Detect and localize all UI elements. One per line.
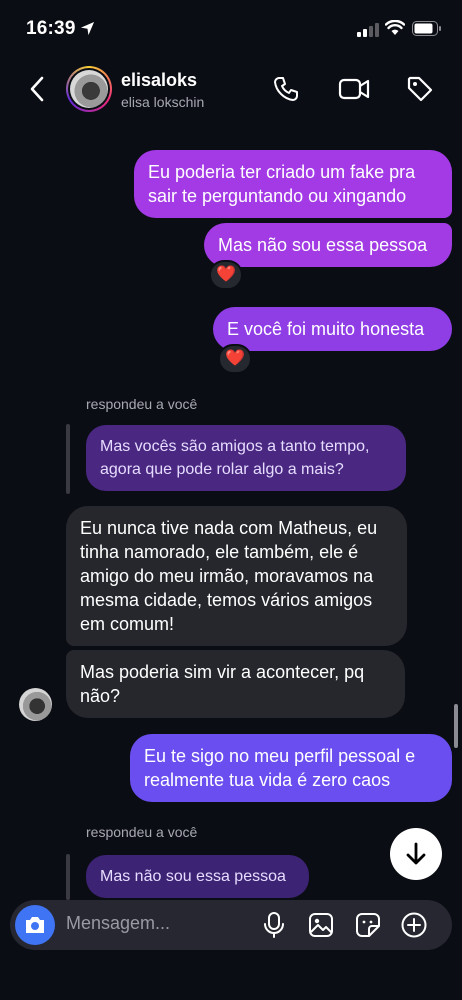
reply-label: respondeu a você (86, 824, 198, 840)
sender-avatar[interactable] (19, 688, 52, 721)
quoted-message[interactable]: Mas não sou essa pessoa (86, 855, 309, 898)
heart-reaction[interactable]: ❤️ (209, 260, 243, 290)
scroll-to-bottom-button[interactable] (390, 828, 442, 880)
arrow-down-icon (406, 842, 426, 865)
microphone-icon[interactable] (262, 911, 286, 939)
reply-bar (66, 424, 70, 494)
status-time: 16:39 (26, 18, 76, 39)
phone-icon[interactable] (272, 75, 300, 103)
sticker-icon[interactable] (354, 911, 382, 939)
tag-icon[interactable] (406, 75, 434, 103)
camera-icon (26, 917, 44, 933)
location-arrow-icon (80, 21, 95, 36)
chat-screen: 16:39 elisaloks elisa lokschin Eu poderi… (0, 0, 462, 1000)
contact-full-name[interactable]: elisa lokschin (121, 94, 204, 110)
sent-message[interactable]: Eu te sigo no meu perfil pessoal e realm… (130, 734, 452, 802)
sent-message[interactable]: Eu poderia ter criado um fake pra sair t… (134, 150, 452, 218)
sent-message[interactable]: E você foi muito honesta (213, 307, 452, 351)
message-input[interactable]: Mensagem... (66, 913, 170, 934)
heart-reaction[interactable]: ❤️ (218, 344, 252, 374)
reply-bar (66, 854, 70, 900)
chat-header: elisaloks elisa lokschin (0, 58, 462, 122)
reply-label: respondeu a você (86, 396, 198, 412)
message-composer: Mensagem... (10, 900, 452, 950)
contact-avatar[interactable] (66, 66, 112, 112)
signal-icon (357, 23, 379, 37)
camera-button[interactable] (15, 905, 55, 945)
battery-icon (412, 21, 441, 36)
quoted-message[interactable]: Mas vocês são amigos a tanto tempo, agor… (86, 425, 406, 491)
wifi-icon (385, 20, 405, 35)
back-chevron-icon[interactable] (26, 75, 50, 103)
video-camera-icon[interactable] (338, 76, 370, 102)
received-message[interactable]: Eu nunca tive nada com Matheus, eu tinha… (66, 506, 407, 646)
received-message[interactable]: Mas poderia sim vir a acontecer, pq não? (66, 650, 405, 718)
status-bar: 16:39 (0, 0, 462, 58)
sent-message[interactable]: Mas não sou essa pessoa (204, 223, 452, 267)
gallery-icon[interactable] (307, 911, 335, 939)
scrollbar[interactable] (454, 704, 458, 748)
contact-username[interactable]: elisaloks (121, 70, 197, 91)
plus-icon[interactable] (400, 911, 428, 939)
